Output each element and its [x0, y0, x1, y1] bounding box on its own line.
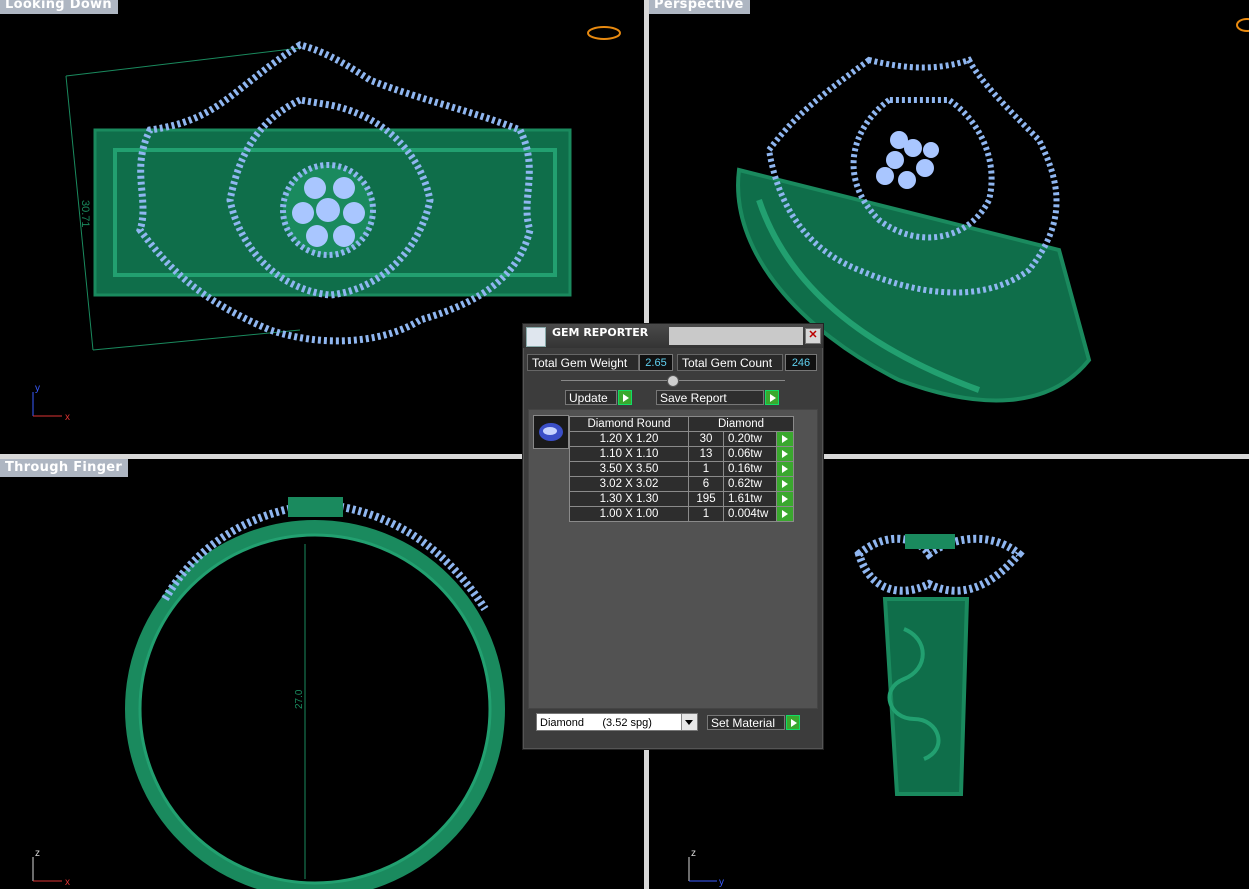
total-gem-weight-label: Total Gem Weight: [527, 354, 639, 371]
row-select-arrow-icon[interactable]: [776, 491, 794, 507]
table-row[interactable]: 1.00 X 1.00 1 0.004tw: [569, 506, 794, 522]
gem-weight: 0.004tw: [723, 506, 777, 522]
gem-size: 1.30 X 1.30: [569, 491, 689, 507]
material-select[interactable]: Diamond (3.52 spg): [536, 713, 698, 731]
gem-weight: 1.61tw: [723, 491, 777, 507]
gem-weight: 0.06tw: [723, 446, 777, 462]
axis-x-label: x: [65, 412, 70, 423]
gem-table: Diamond Round Diamond 1.20 X 1.20 30 0.2…: [569, 416, 794, 522]
table-row[interactable]: 1.30 X 1.30 195 1.61tw: [569, 491, 794, 507]
gem-weight: 0.20tw: [723, 431, 777, 447]
gem-weight: 0.16tw: [723, 461, 777, 477]
titlebar-drag-area[interactable]: [669, 327, 803, 345]
gem-reporter-icon: [526, 327, 546, 347]
save-report-arrow-icon[interactable]: [765, 390, 779, 405]
gem-list: Diamond Round Diamond 1.20 X 1.20 30 0.2…: [528, 409, 818, 709]
gem-count: 1: [688, 506, 724, 522]
axis-y-label: y: [35, 383, 40, 394]
update-arrow-icon[interactable]: [618, 390, 632, 405]
viewport-label[interactable]: Through Finger: [0, 459, 129, 477]
header-shape: Diamond Round: [569, 416, 689, 432]
gem-size: 1.20 X 1.20: [569, 431, 689, 447]
chevron-down-icon[interactable]: [681, 714, 697, 730]
diamond-round-icon: [533, 415, 569, 449]
save-report-button[interactable]: Save Report: [656, 390, 764, 405]
total-gem-count-value: 246: [785, 354, 817, 371]
axis-z-label: z: [35, 848, 40, 859]
close-icon[interactable]: ✕: [805, 328, 821, 344]
update-button[interactable]: Update: [565, 390, 617, 405]
table-header-row: Diamond Round Diamond: [569, 416, 794, 432]
axis-z-label: z: [691, 848, 696, 859]
dimension-label: 30.71: [79, 200, 91, 228]
viewport-label[interactable]: Looking Down: [0, 0, 118, 14]
axis-y-label: y: [719, 877, 724, 888]
gem-count: 6: [688, 476, 724, 492]
gem-reporter-panel: GEM REPORTER ✕ Total Gem Weight 2.65 Tot…: [522, 323, 824, 750]
gem-count: 13: [688, 446, 724, 462]
header-material: Diamond: [688, 416, 794, 432]
gem-size: 3.02 X 3.02: [569, 476, 689, 492]
gem-count: 1: [688, 461, 724, 477]
set-material-arrow-icon[interactable]: [786, 715, 800, 730]
gem-count: 30: [688, 431, 724, 447]
collapse-toggle-icon[interactable]: [667, 375, 679, 387]
row-select-arrow-icon[interactable]: [776, 446, 794, 462]
viewport-label[interactable]: Perspective: [649, 0, 750, 14]
total-gem-count-label: Total Gem Count: [677, 354, 783, 371]
row-select-arrow-icon[interactable]: [776, 506, 794, 522]
table-row[interactable]: 3.02 X 3.02 6 0.62tw: [569, 476, 794, 492]
table-row[interactable]: 1.20 X 1.20 30 0.20tw: [569, 431, 794, 447]
axis-x-label: x: [65, 877, 70, 888]
gem-size: 3.50 X 3.50: [569, 461, 689, 477]
table-row[interactable]: 1.10 X 1.10 13 0.06tw: [569, 446, 794, 462]
set-material-button[interactable]: Set Material: [707, 715, 785, 730]
row-select-arrow-icon[interactable]: [776, 431, 794, 447]
gem-size: 1.00 X 1.00: [569, 506, 689, 522]
dimension-label: 27.0: [294, 689, 305, 709]
gem-count: 195: [688, 491, 724, 507]
material-select-value: Diamond (3.52 spg): [540, 717, 652, 729]
panel-titlebar[interactable]: GEM REPORTER ✕: [523, 324, 823, 348]
total-gem-weight-value: 2.65: [639, 354, 673, 371]
row-select-arrow-icon[interactable]: [776, 461, 794, 477]
row-select-arrow-icon[interactable]: [776, 476, 794, 492]
table-row[interactable]: 3.50 X 3.50 1 0.16tw: [569, 461, 794, 477]
gem-weight: 0.62tw: [723, 476, 777, 492]
panel-title: GEM REPORTER: [552, 326, 649, 339]
gem-size: 1.10 X 1.10: [569, 446, 689, 462]
